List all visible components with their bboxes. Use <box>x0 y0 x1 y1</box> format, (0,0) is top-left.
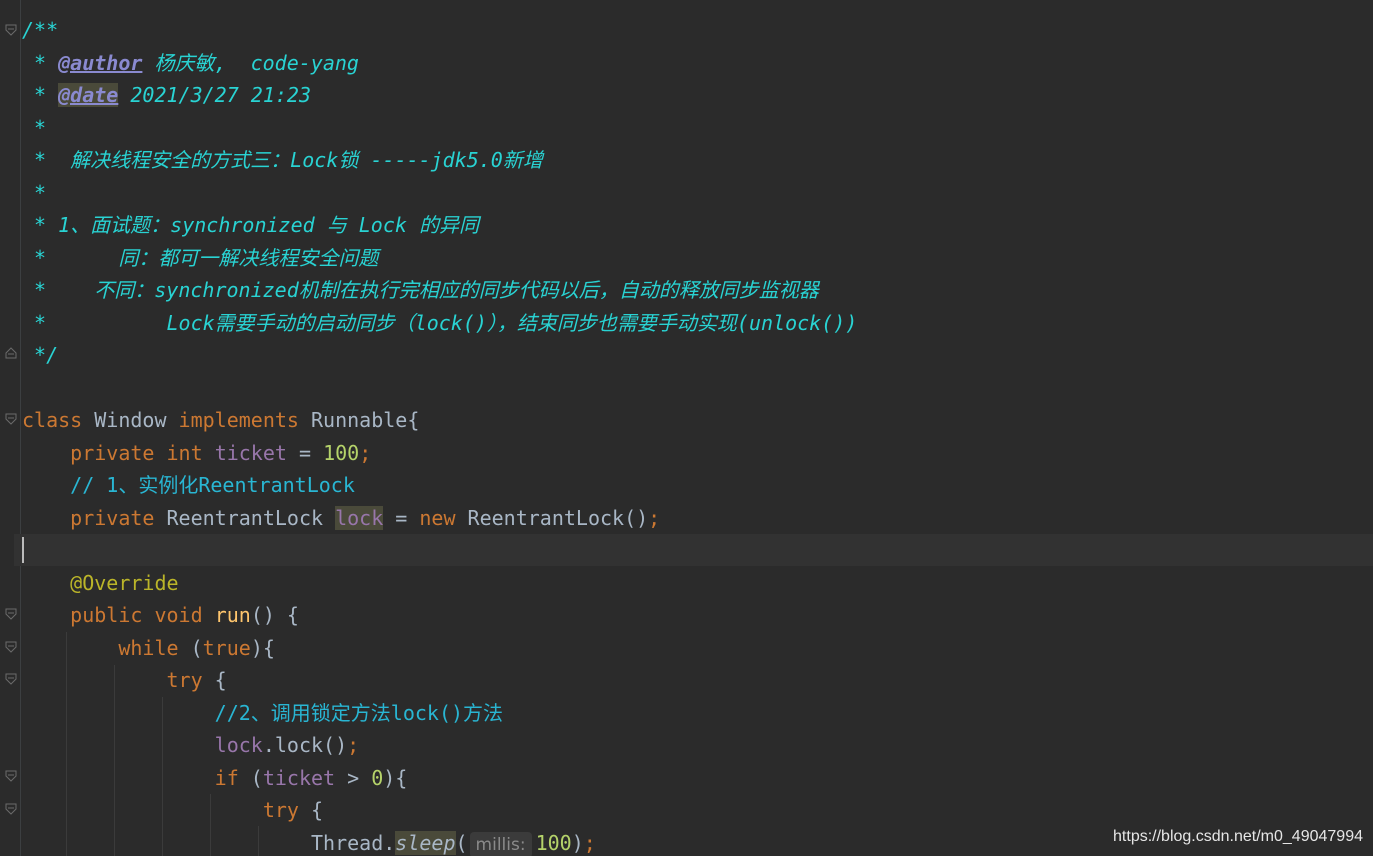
code-text: () { <box>250 603 299 627</box>
doc-comment-text: * <box>22 51 59 75</box>
semicolon: ; <box>648 506 661 530</box>
code-line[interactable]: * @author 杨庆敏, code-yang <box>22 47 1373 79</box>
fold-toggle-icon[interactable] <box>5 803 17 815</box>
code-line[interactable]: * 不同：synchronized机制在执行完相应的同步代码以后，自动的释放同步… <box>22 274 1373 306</box>
code-line[interactable]: */ <box>22 339 1373 371</box>
fold-end-icon[interactable] <box>5 347 17 359</box>
code-line[interactable]: if (ticket > 0){ <box>22 762 1373 794</box>
number-literal: 0 <box>371 766 384 790</box>
parameter-hint: millis: <box>469 832 532 856</box>
code-line[interactable]: while (true){ <box>22 632 1373 664</box>
fold-toggle-icon[interactable] <box>5 673 17 685</box>
keyword: private <box>70 441 155 465</box>
type-name: ReentrantLock <box>154 506 336 530</box>
number-literal: 100 <box>323 441 360 465</box>
keyword: public <box>70 603 143 627</box>
doc-comment-text: */ <box>22 343 59 367</box>
semicolon: ; <box>359 441 372 465</box>
field-name-highlighted: lock <box>335 506 384 530</box>
doc-comment-text: * Lock需要手动的启动同步（lock()），结束同步也需要手动实现(unlo… <box>22 311 858 335</box>
doc-comment-text: * <box>22 83 59 107</box>
code-line[interactable]: lock.lock(); <box>22 729 1373 761</box>
code-text: ( <box>238 766 263 790</box>
code-text: = <box>383 506 420 530</box>
keyword: if <box>214 766 239 790</box>
text-caret <box>22 537 24 563</box>
code-text: ReentrantLock() <box>455 506 649 530</box>
code-text: ( <box>455 831 468 855</box>
code-text: { <box>202 668 227 692</box>
editor-gutter <box>0 0 21 856</box>
field-name: ticket <box>262 766 336 790</box>
code-line[interactable]: public void run() { <box>22 599 1373 631</box>
current-line-highlight <box>14 534 1373 566</box>
code-line[interactable]: //2、调用锁定方法lock()方法 <box>22 697 1373 729</box>
fold-toggle-icon[interactable] <box>5 413 17 425</box>
keyword: private <box>70 506 155 530</box>
static-method-name: sleep <box>395 831 456 855</box>
code-line[interactable]: @Override <box>22 567 1373 599</box>
keyword: try <box>262 798 299 822</box>
doc-comment-text: 杨庆敏, code-yang <box>142 51 359 75</box>
doc-comment-text: * 1、面试题：synchronized 与 Lock 的异同 <box>22 213 479 237</box>
code-text: .lock() <box>262 733 348 757</box>
code-text: ){ <box>383 766 408 790</box>
code-text: > <box>335 766 372 790</box>
keyword: int <box>166 441 203 465</box>
code-line[interactable]: * <box>22 177 1373 209</box>
keyword: try <box>166 668 203 692</box>
code-line[interactable]: * 解决线程安全的方式三：Lock锁 -----jdk5.0新增 <box>22 144 1373 176</box>
class-name: Window <box>82 408 179 432</box>
field-name: lock <box>214 733 263 757</box>
fold-toggle-icon[interactable] <box>5 641 17 653</box>
code-line[interactable]: private ReentrantLock lock = new Reentra… <box>22 502 1373 534</box>
code-line[interactable]: * 同：都可一解决线程安全问题 <box>22 242 1373 274</box>
code-line[interactable]: * 1、面试题：synchronized 与 Lock 的异同 <box>22 209 1373 241</box>
code-line[interactable]: // 1、实例化ReentrantLock <box>22 469 1373 501</box>
doc-comment-text: * 同：都可一解决线程安全问题 <box>22 246 379 270</box>
code-editor[interactable]: /** * @author 杨庆敏, code-yang * @date 202… <box>0 0 1373 856</box>
class-reference: Thread. <box>310 831 396 855</box>
method-name: run <box>214 603 251 627</box>
keyword: new <box>419 506 456 530</box>
code-line[interactable]: try { <box>22 794 1373 826</box>
doc-tag-author: @author <box>58 51 143 75</box>
code-text: ( <box>178 636 203 660</box>
keyword: true <box>202 636 251 660</box>
code-text: ){ <box>250 636 275 660</box>
fold-toggle-icon[interactable] <box>5 24 17 36</box>
fold-toggle-icon[interactable] <box>5 770 17 782</box>
fold-toggle-icon[interactable] <box>5 608 17 620</box>
code-text: Runnable{ <box>298 408 420 432</box>
semicolon: ; <box>583 831 596 855</box>
keyword: void <box>154 603 203 627</box>
doc-comment-text: /** <box>22 18 59 42</box>
keyword: implements <box>178 408 299 432</box>
code-text: ) <box>571 831 584 855</box>
keyword: class <box>22 408 83 432</box>
code-line[interactable]: * @date 2021/3/27 21:23 <box>22 79 1373 111</box>
semicolon: ; <box>347 733 360 757</box>
code-line[interactable]: * <box>22 112 1373 144</box>
doc-comment-text: * 解决线程安全的方式三：Lock锁 -----jdk5.0新增 <box>22 148 543 172</box>
code-line[interactable]: class Window implements Runnable{ <box>22 404 1373 436</box>
line-comment: // 1、实例化ReentrantLock <box>70 473 355 497</box>
annotation: @Override <box>70 571 179 595</box>
doc-comment-text: * <box>22 116 47 140</box>
doc-comment-text: * 不同：synchronized机制在执行完相应的同步代码以后，自动的释放同步… <box>22 278 819 302</box>
code-line[interactable]: private int ticket = 100; <box>22 437 1373 469</box>
field-name: ticket <box>214 441 287 465</box>
code-line[interactable]: /** <box>22 14 1373 46</box>
doc-tag-date: @date <box>58 83 119 107</box>
watermark-url: https://blog.csdn.net/m0_49047994 <box>1113 828 1363 845</box>
doc-comment-text: 2021/3/27 21:23 <box>118 83 311 107</box>
code-line[interactable]: try { <box>22 664 1373 696</box>
line-comment: //2、调用锁定方法lock()方法 <box>214 701 504 725</box>
code-text: { <box>298 798 324 822</box>
number-literal: 100 <box>535 831 572 855</box>
doc-comment-text: * <box>22 181 47 205</box>
code-line[interactable]: * Lock需要手动的启动同步（lock()），结束同步也需要手动实现(unlo… <box>22 307 1373 339</box>
code-text: = <box>286 441 324 465</box>
keyword: while <box>118 636 179 660</box>
